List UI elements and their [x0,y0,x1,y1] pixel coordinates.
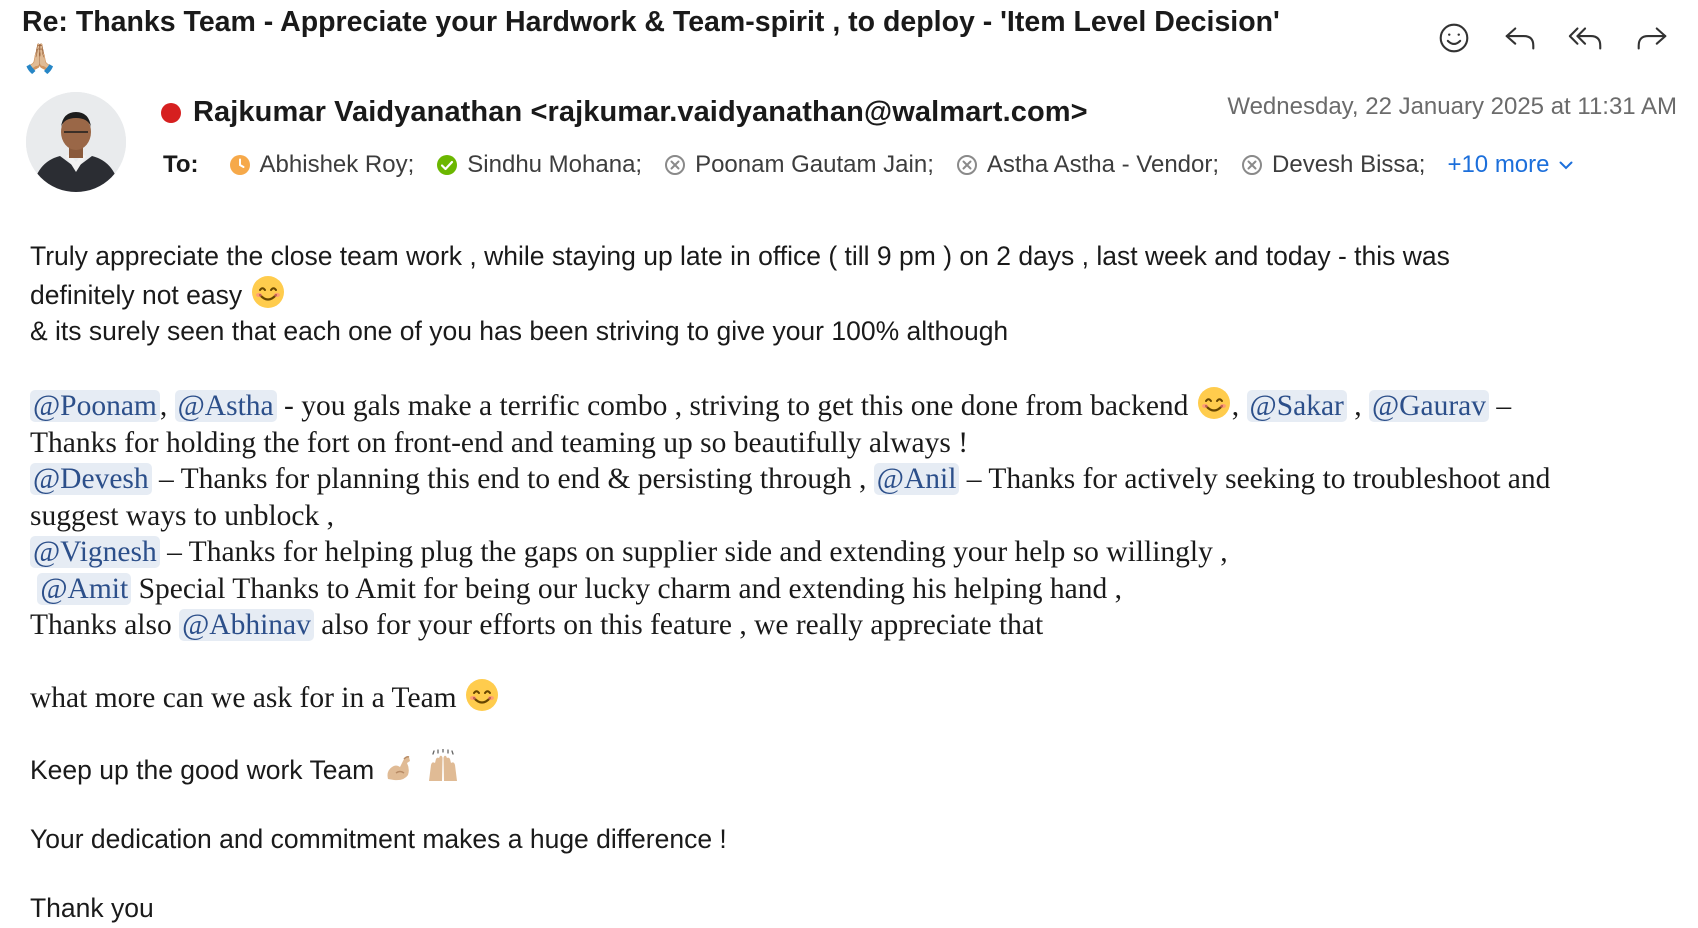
body-paragraph-4: Keep up the good work Team [30,749,1680,788]
available-status-icon [436,154,458,176]
recipient-name: Sindhu Mohana; [467,151,643,178]
recipient-name: Abhishek Roy; [259,151,415,178]
body-text: Special Thanks to Amit for being our luc… [131,572,1122,605]
emoji-reaction-icon [1439,23,1469,53]
recipient-poonam[interactable]: Poonam Gautam Jain; [664,151,934,179]
body-text: definitely not easy [30,280,243,310]
flexed-biceps-emoji-icon [382,749,418,785]
presence-busy-icon [161,102,181,123]
message-body: Truly appreciate the close team work , w… [30,238,1680,926]
body-paragraph-2: @Poonam, @Astha - you gals make a terrif… [30,385,1680,644]
recipient-astha[interactable]: Astha Astha - Vendor; [956,151,1219,179]
reply-all-button[interactable] [1564,18,1608,58]
body-text: Keep up the good work Team [30,755,375,785]
recipient-name: Poonam Gautam Jain; [695,151,934,178]
reply-all-icon [1568,27,1602,50]
reply-icon [1505,27,1535,50]
body-text: & its surely seen that each one of you h… [30,316,1009,346]
body-paragraph-1: Truly appreciate the close team work , w… [30,238,1680,349]
to-label: To: [163,151,199,178]
mention-devesh[interactable]: @Devesh [30,463,152,495]
body-text: , [1354,390,1362,422]
subject-text: Re: Thanks Team - Appreciate your Hardwo… [22,6,1280,38]
sent-date: Wednesday, 22 January 2025 at 11:31 AM [1227,93,1677,120]
smiling-face-emoji-icon [1196,385,1232,421]
away-status-icon [229,154,251,176]
more-recipients-label: +10 more [1447,151,1550,178]
folded-hands-emoji: 🙏🏼 [22,43,58,75]
body-text: Your dedication and commitment makes a h… [30,824,727,854]
more-recipients-button[interactable]: +10 more [1447,151,1573,179]
body-text: also for your efforts on this feature , … [313,609,1044,641]
body-text: Thanks also [30,609,180,641]
mention-anil[interactable]: @Anil [873,463,960,495]
mention-sakar[interactable]: @Sakar [1246,390,1347,422]
body-text: – Thanks for actively seeking to trouble… [959,463,1551,495]
body-text: what more can we ask for in a Team [30,681,457,714]
body-text: Truly appreciate the close team work , w… [30,241,1450,271]
body-text: – Thanks for planning this end to end & … [151,463,867,495]
recipient-name: Astha Astha - Vendor; [986,151,1220,178]
forward-button[interactable] [1630,18,1674,58]
mention-astha[interactable]: @Astha [174,390,277,422]
recipients-line: To: Abhishek Roy; Sindhu Mohana; Poonam … [163,151,1574,179]
body-text: Thanks for holding the fort on front-end… [30,426,969,459]
message-toolbar [1432,18,1674,58]
recipient-sindhu[interactable]: Sindhu Mohana; [436,151,642,179]
emoji-reaction-button[interactable] [1432,18,1476,58]
offline-status-icon [664,154,686,176]
body-paragraph-6: Thank you [30,890,1680,926]
forward-icon [1637,27,1667,50]
mention-abhinav[interactable]: @Abhinav [179,609,314,641]
raising-hands-emoji-icon [425,749,461,785]
body-text: – [1496,390,1512,422]
body-paragraph-5: Your dedication and commitment makes a h… [30,821,1680,857]
body-paragraph-3: what more can we ask for in a Team [30,677,1680,717]
body-text: – Thanks for helping plug the gaps on su… [159,536,1228,568]
body-text: - you gals make a terrific combo , striv… [284,390,1189,422]
sender-name[interactable]: Rajkumar Vaidyanathan <rajkumar.vaidyana… [193,96,1088,129]
smiling-face-emoji-icon [250,274,286,310]
recipient-devesh[interactable]: Devesh Bissa; [1241,151,1425,179]
recipient-name: Devesh Bissa; [1272,151,1426,178]
offline-status-icon [1241,154,1263,176]
mention-gaurav[interactable]: @Gaurav [1369,390,1489,422]
recipient-abhishek[interactable]: Abhishek Roy; [229,151,415,179]
reply-button[interactable] [1498,18,1542,58]
mention-vignesh[interactable]: @Vignesh [30,536,160,568]
body-text: Thank you [30,893,154,923]
chevron-down-icon [1559,161,1572,170]
avatar-photo-icon [26,92,126,192]
body-text: , [159,390,168,422]
email-subject: Re: Thanks Team - Appreciate your Hardwo… [22,4,1422,78]
mention-amit[interactable]: @Amit [37,572,132,605]
mention-poonam[interactable]: @Poonam [30,390,160,422]
offline-status-icon [956,154,978,176]
smiling-face-emoji-icon [464,677,500,713]
sender-avatar[interactable] [26,92,126,192]
body-text: , [1231,390,1240,422]
sender-line: Rajkumar Vaidyanathan <rajkumar.vaidyana… [161,96,1088,129]
body-text: suggest ways to unblock , [30,499,334,532]
